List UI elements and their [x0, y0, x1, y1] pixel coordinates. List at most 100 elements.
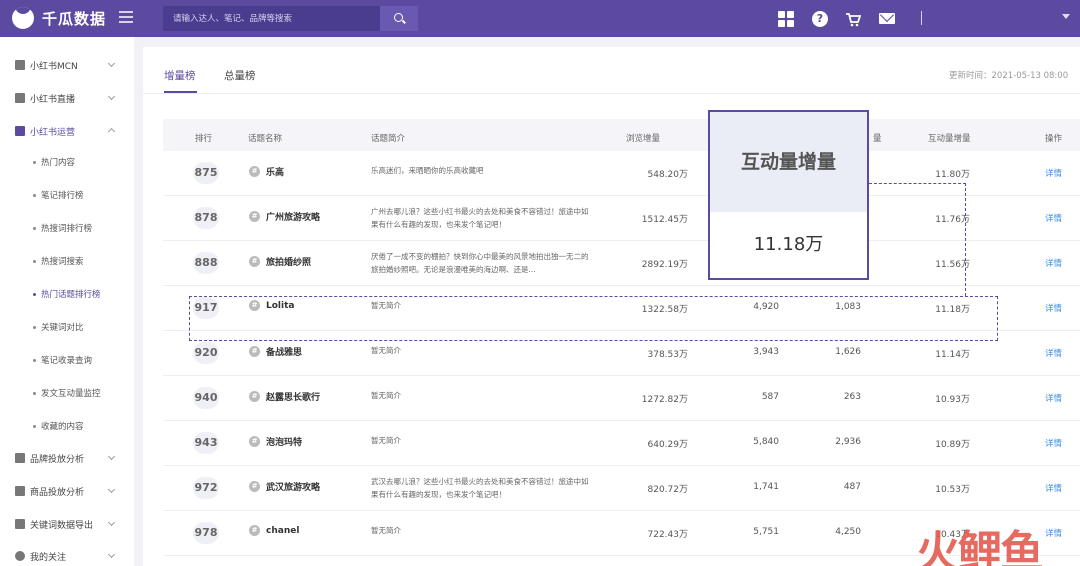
- table-row: 888 # 旅拍婚纱照 厌倦了一成不变的棚拍？快到你心中最美的风景地拍出独一无二的旅拍…: [163, 241, 1080, 286]
- highlight-callout: 互动量增量 11.18万: [708, 110, 869, 280]
- topic-name[interactable]: # 武汉旅游攻略: [249, 480, 320, 493]
- comments-increment: 263: [843, 392, 861, 402]
- search-input[interactable]: [163, 6, 380, 31]
- comments-increment: 1,626: [835, 347, 861, 357]
- header-views: 浏览增量: [626, 134, 661, 144]
- sidebar-group-live[interactable]: 小红书直播: [0, 88, 134, 108]
- topic-name[interactable]: # 旅拍婚纱照: [249, 255, 311, 268]
- chevron-down-icon[interactable]: [1062, 14, 1070, 19]
- views-increment: 640.29万: [647, 440, 689, 450]
- topic-intro: 武汉去哪儿浪？这些小红书最火的去处和美食不容错过！旅途中如果有什么有趣的发现，也…: [371, 477, 589, 499]
- topic-name[interactable]: # 乐高: [249, 165, 284, 178]
- topic-intro: 乐高迷们，来晒晒你的乐高收藏吧: [371, 166, 484, 175]
- sidebar-group-label: 品牌投放分析: [30, 454, 85, 465]
- sidebar-item-hot-content[interactable]: 热门内容: [33, 154, 75, 170]
- eye-icon: [15, 551, 25, 561]
- sidebar-group-label: 小红书运营: [30, 127, 76, 138]
- chevron-down-icon: [107, 485, 116, 494]
- hashtag-icon: #: [249, 256, 260, 267]
- cart-icon[interactable]: [845, 11, 861, 27]
- logo[interactable]: 千瓜数据: [12, 7, 106, 29]
- detail-link[interactable]: 详情: [1045, 167, 1062, 179]
- detail-link[interactable]: 详情: [1045, 482, 1062, 494]
- topic-name[interactable]: # chanel: [249, 525, 299, 536]
- topic-label: 备战雅思: [266, 348, 303, 358]
- detail-link[interactable]: 详情: [1045, 392, 1062, 404]
- highlight-value: 11.18万: [753, 234, 824, 255]
- topic-label: 乐高: [266, 168, 285, 178]
- header-topic: 话题名称: [248, 134, 283, 144]
- header-intro: 话题简介: [371, 134, 406, 144]
- topic-intro: 厌倦了一成不变的棚拍？快到你心中最美的风景地拍出独一无二的旅拍婚纱照吧。无论是浪…: [371, 252, 589, 274]
- topic-label: 武汉旅游攻略: [266, 483, 321, 493]
- views-increment: 2892.19万: [641, 260, 688, 270]
- interaction-increment: 11.56万: [935, 260, 970, 270]
- highlight-row-frame: [189, 296, 998, 341]
- chevron-down-icon: [107, 518, 116, 527]
- chart-icon: [15, 453, 25, 463]
- detail-link[interactable]: 详情: [1045, 347, 1062, 359]
- comments-increment: 487: [843, 482, 861, 492]
- topic-label: 赵露思长歌行: [266, 393, 321, 403]
- table-row: 875 # 乐高 乐高迷们，来晒晒你的乐高收藏吧 548.20万 11.80万 详情: [163, 151, 1080, 196]
- detail-link[interactable]: 详情: [1045, 212, 1062, 224]
- sidebar-group-label: 小红书直播: [30, 94, 76, 105]
- topic-name[interactable]: # 赵露思长歌行: [249, 390, 320, 403]
- callout-connector: [869, 183, 966, 184]
- views-increment: 548.20万: [647, 170, 689, 180]
- menu-toggle-icon[interactable]: [119, 11, 133, 25]
- tab-increment[interactable]: 增量榜: [164, 68, 196, 83]
- top-divider: [921, 11, 922, 25]
- interaction-increment: 11.76万: [935, 215, 970, 225]
- tab-total[interactable]: 总量榜: [224, 68, 256, 83]
- mail-icon[interactable]: [879, 13, 895, 24]
- sidebar-group-mcn[interactable]: 小红书MCN: [0, 55, 134, 75]
- comments-increment: 2,936: [835, 437, 861, 447]
- app-name: 千瓜数据: [42, 9, 107, 28]
- likes-increment: 1,741: [753, 482, 779, 492]
- detail-link[interactable]: 详情: [1045, 437, 1062, 449]
- sidebar-item-hot-topic-ranking[interactable]: 热门话题排行榜: [33, 286, 101, 302]
- rank-badge: 972: [193, 477, 219, 499]
- sidebar-item-interaction-monitor[interactable]: 发文互动量监控: [33, 385, 101, 401]
- chevron-down-icon: [107, 452, 116, 461]
- topic-name[interactable]: # 广州旅游攻略: [249, 210, 320, 223]
- sidebar-group-label: 小红书MCN: [30, 61, 78, 72]
- tabs-divider: [143, 93, 1080, 94]
- sidebar-item-hot-search-ranking[interactable]: 热搜词排行榜: [33, 220, 92, 236]
- apps-icon[interactable]: [778, 11, 794, 27]
- header-action: 操作: [1045, 134, 1063, 144]
- interaction-increment: 11.14万: [935, 350, 970, 360]
- sidebar-group-brand[interactable]: 品牌投放分析: [0, 448, 134, 468]
- interaction-increment: 10.93万: [935, 395, 970, 405]
- shop-icon: [15, 486, 25, 496]
- sidebar-group-export[interactable]: 关键词数据导出: [0, 514, 134, 534]
- search-button[interactable]: [380, 6, 418, 31]
- rank-badge: 940: [193, 387, 219, 409]
- sidebar-item-hot-search[interactable]: 热搜词搜索: [33, 253, 84, 269]
- sidebar-group-follow[interactable]: 我的关注: [0, 546, 134, 566]
- update-time: 更新时间：2021-05-13 08:00: [949, 71, 1069, 81]
- sidebar-group-label: 我的关注: [30, 552, 67, 563]
- detail-link[interactable]: 详情: [1045, 302, 1062, 314]
- sidebar-item-note-ranking[interactable]: 笔记排行榜: [33, 187, 84, 203]
- sidebar-group-product[interactable]: 商品投放分析: [0, 481, 134, 501]
- table-row: 940 # 赵露思长歌行 暂无简介 1272.82万 587 263 10.93万 详情: [163, 376, 1080, 421]
- header-comments: 量: [873, 134, 882, 144]
- sidebar-item-favorites[interactable]: 收藏的内容: [33, 418, 84, 434]
- search-box: [163, 6, 418, 31]
- sidebar-group-operation[interactable]: 小红书运营: [0, 121, 134, 141]
- topic-intro: 暂无简介: [371, 436, 401, 445]
- hashtag-icon: #: [249, 436, 260, 447]
- sidebar-item-note-index[interactable]: 笔记收录查询: [33, 352, 92, 368]
- topic-name[interactable]: # 备战雅思: [249, 345, 302, 358]
- help-icon[interactable]: ?: [812, 11, 828, 27]
- export-icon: [15, 519, 25, 529]
- topic-label: 旅拍婚纱照: [266, 258, 312, 268]
- hashtag-icon: #: [249, 525, 260, 536]
- interaction-increment: 11.80万: [935, 170, 970, 180]
- detail-link[interactable]: 详情: [1045, 257, 1062, 269]
- sidebar-item-keyword-compare[interactable]: 关键词对比: [33, 319, 84, 335]
- detail-link[interactable]: 详情: [1045, 527, 1062, 539]
- topic-name[interactable]: # 泡泡玛特: [249, 435, 302, 448]
